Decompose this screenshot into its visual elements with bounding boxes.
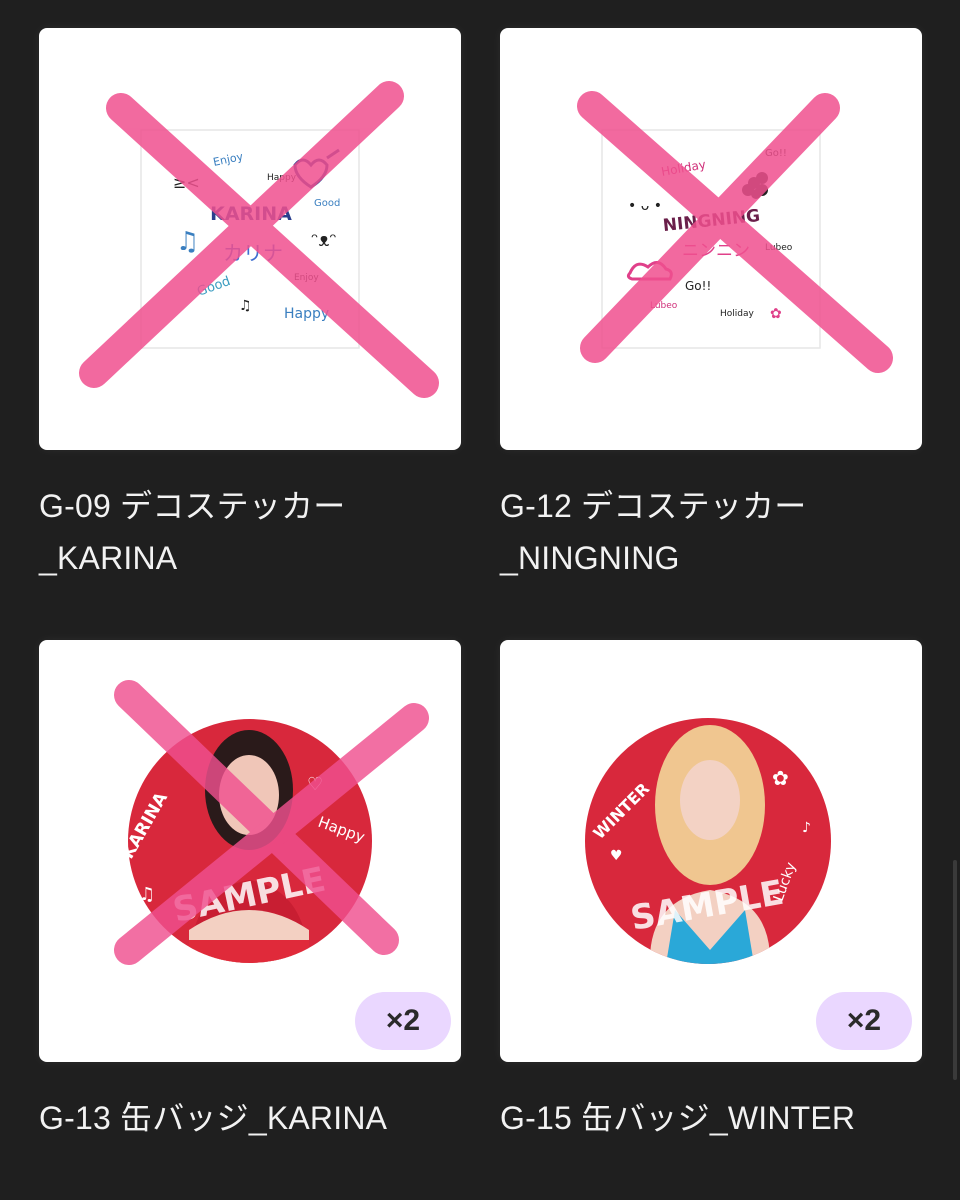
sticker-artwork: KARINA カリナ Enjoy Happy Good Good Enjoy H… xyxy=(79,81,439,398)
product-title-g09[interactable]: G-09 デコステッカー _KARINA xyxy=(39,480,461,584)
product-title-line1: G-15 缶バッジ_WINTER xyxy=(500,1100,856,1136)
product-title-g13[interactable]: G-13 缶バッジ_KARINA xyxy=(39,1092,461,1144)
product-title-line2: _NINGNING xyxy=(500,540,680,576)
quantity-badge: ×2 xyxy=(355,992,451,1050)
sticker-word: Holiday xyxy=(720,309,755,319)
flower-small-icon: ✿ xyxy=(770,306,782,322)
product-card-g15[interactable]: WINTER Lucky SAMPLE ✿ ♥ ♪ ×2 G-15 缶バッジ_W… xyxy=(500,640,922,1144)
face-icon: • ᴗ • xyxy=(628,198,662,214)
sticker-word: Go!! xyxy=(685,279,711,293)
product-card-g13[interactable]: KARINA Happy SAMPLE ♡ ♫ ×2 G-13 缶バッジ_KAR… xyxy=(39,640,461,1144)
music-note-icon: ♫ xyxy=(139,884,155,905)
music-note-icon: ♪ xyxy=(802,820,811,836)
product-image-g15[interactable]: WINTER Lucky SAMPLE ✿ ♥ ♪ ×2 xyxy=(500,640,922,1062)
music-note-icon: ♫ xyxy=(239,298,252,314)
product-title-line1: G-13 缶バッジ_KARINA xyxy=(39,1100,388,1136)
product-title-line1: G-12 デコステッカー xyxy=(500,488,807,524)
product-image-g13[interactable]: KARINA Happy SAMPLE ♡ ♫ ×2 xyxy=(39,640,461,1062)
face-icon: ᵔᴥᵔ xyxy=(311,230,337,251)
quantity-badge: ×2 xyxy=(816,992,912,1050)
product-grid: KARINA カリナ Enjoy Happy Good Good Enjoy H… xyxy=(0,0,960,1200)
product-title-g15[interactable]: G-15 缶バッジ_WINTER xyxy=(500,1092,922,1144)
music-note-icon: ♫ xyxy=(176,227,199,257)
heart-icon: ♥ xyxy=(610,848,623,864)
portrait-photo xyxy=(650,725,770,964)
product-image-g12[interactable]: NINGNING ニンニン Holiday Go!! Lubeo Go!! Lu… xyxy=(500,28,922,450)
product-title-g12[interactable]: G-12 デコステッカー _NINGNING xyxy=(500,480,922,584)
product-title-line2: _KARINA xyxy=(39,540,178,576)
sticker-word: Good xyxy=(314,198,340,209)
product-image-g09[interactable]: KARINA カリナ Enjoy Happy Good Good Enjoy H… xyxy=(39,28,461,450)
bow-icon: ✿ xyxy=(772,766,789,790)
product-card-g09[interactable]: KARINA カリナ Enjoy Happy Good Good Enjoy H… xyxy=(39,28,461,584)
product-card-g12[interactable]: NINGNING ニンニン Holiday Go!! Lubeo Go!! Lu… xyxy=(500,28,922,584)
product-title-line1: G-09 デコステッカー xyxy=(39,488,346,524)
sticker-artwork: NINGNING ニンニン Holiday Go!! Lubeo Go!! Lu… xyxy=(577,91,893,373)
scrollbar[interactable] xyxy=(953,860,957,1080)
